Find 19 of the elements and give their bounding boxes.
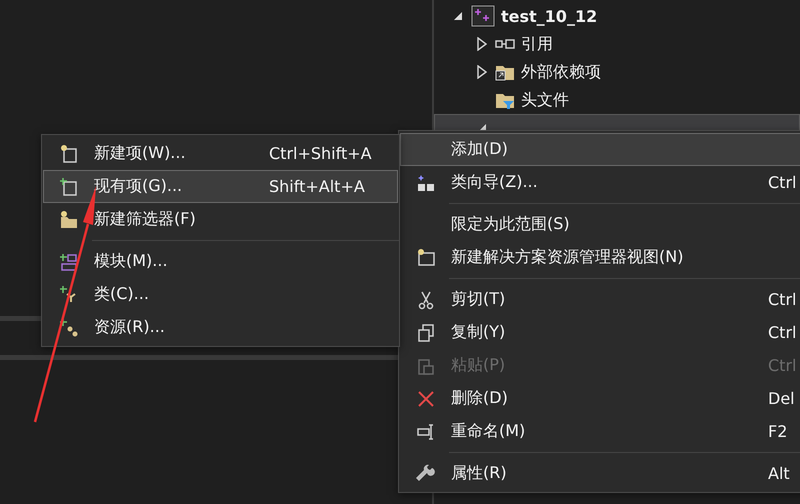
menu-item[interactable]: 资源(R)...: [43, 311, 398, 344]
menu-item[interactable]: 类向导(Z)... Ctrl: [400, 166, 800, 199]
menu-item[interactable]: 类(C)...: [43, 278, 398, 311]
menu-item[interactable]: 现有项(G)... Shift+Alt+A: [43, 170, 398, 203]
tree-item[interactable]: 头文件: [434, 86, 800, 114]
tree-item[interactable]: 外部依赖项: [434, 58, 800, 86]
menu-item[interactable]: 属性(R) Alt: [400, 457, 800, 490]
menu-item[interactable]: 模块(M)...: [43, 245, 398, 278]
menu-item[interactable]: 限定为此范围(S): [400, 208, 800, 241]
menu-item[interactable]: 删除(D) Del: [400, 382, 800, 415]
menu-item[interactable]: 重命名(M) F2: [400, 415, 800, 448]
menu-item[interactable]: 剪切(T) Ctrl: [400, 283, 800, 316]
menu-item[interactable]: 添加(D): [400, 133, 800, 166]
menu-item[interactable]: 复制(Y) Ctrl: [400, 316, 800, 349]
tree-item[interactable]: 引用: [434, 30, 800, 58]
project-name[interactable]: test_10_12: [501, 6, 598, 26]
menu-item[interactable]: 新建解决方案资源管理器视图(N): [400, 241, 800, 274]
menu-item[interactable]: 新建筛选器(F): [43, 203, 398, 236]
menu-item[interactable]: 新建项(W)... Ctrl+Shift+A: [43, 137, 398, 170]
